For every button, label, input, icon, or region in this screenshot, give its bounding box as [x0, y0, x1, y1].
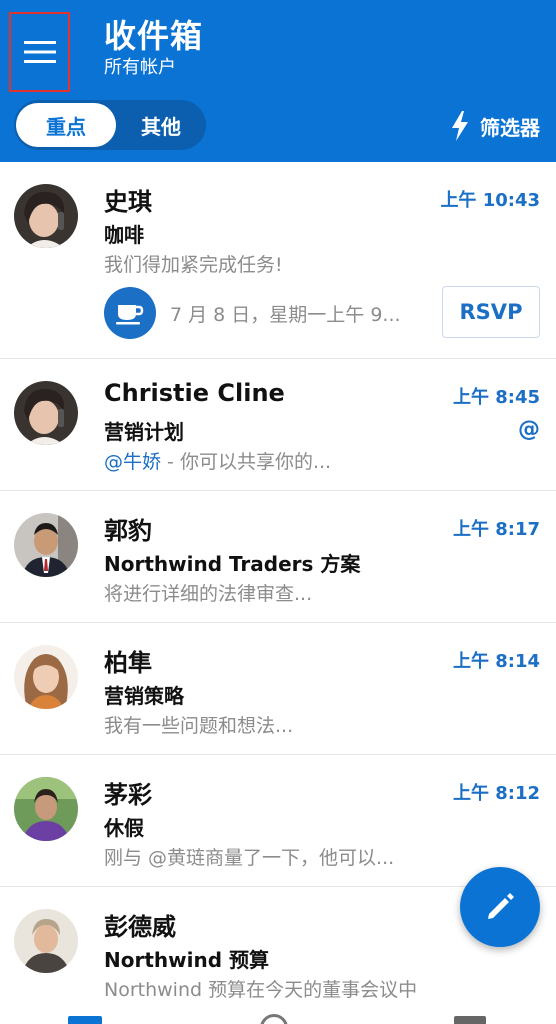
message-time: 上午 8:17: [452, 519, 540, 540]
bottom-navigation: [0, 1008, 556, 1024]
lightning-icon: [452, 111, 468, 141]
avatar: [14, 909, 78, 973]
app-header: 收件箱 所有帐户 重点 其他 筛选器: [0, 0, 556, 162]
hamburger-menu-icon: [23, 41, 56, 63]
account-subtitle: 所有帐户: [104, 57, 176, 78]
mention-icon: @: [518, 417, 540, 442]
message-subject: 休假: [104, 816, 144, 840]
filter-label: 筛选器: [480, 115, 540, 140]
avatar: [14, 381, 78, 445]
menu-button[interactable]: [9, 12, 70, 92]
message-subject: 营销计划: [104, 420, 184, 444]
message-row[interactable]: 茅彩 上午 8:12 休假 刚与 @黄琏商量了一下，他可以...: [0, 755, 556, 887]
mail-icon[interactable]: [68, 1016, 102, 1024]
search-icon[interactable]: [260, 1014, 288, 1024]
message-time: 上午 8:45: [452, 387, 540, 408]
event-icon-badge: [104, 287, 156, 339]
calendar-icon[interactable]: [454, 1016, 486, 1024]
message-preview: 我们得加紧完成任务!: [104, 254, 283, 276]
event-invite[interactable]: 7 月 8 日，星期一上午 9...: [104, 286, 434, 340]
sender-name: 茅彩: [104, 781, 152, 809]
compose-button[interactable]: [460, 867, 540, 947]
inbox-title: 收件箱: [104, 17, 204, 55]
message-time: 上午 10:43: [440, 190, 540, 211]
avatar: [14, 777, 78, 841]
avatar: [14, 184, 78, 248]
message-preview: Northwind 预算在今天的董事会议中: [104, 979, 418, 1001]
message-subject: 咖啡: [104, 223, 144, 247]
message-time: 上午 8:14: [452, 651, 540, 672]
sender-name: Christie Cline: [104, 379, 285, 407]
sender-name: 柏隼: [104, 649, 152, 677]
message-row[interactable]: 史琪 上午 10:43 咖啡 我们得加紧完成任务! 7 月 8 日，星期一上午 …: [0, 162, 556, 359]
filter-button[interactable]: 筛选器: [450, 108, 540, 144]
preview-text: - 你可以共享你的...: [161, 451, 332, 473]
message-row[interactable]: 郭豹 上午 8:17 Northwind Traders 方案 将进行详细的法律…: [0, 491, 556, 623]
message-time: 上午 8:12: [452, 783, 540, 804]
tab-other[interactable]: 其他: [118, 103, 204, 147]
sender-name: 史琪: [104, 188, 152, 216]
message-subject: Northwind Traders 方案: [104, 552, 361, 576]
avatar: [14, 645, 78, 709]
sender-name: 彭德威: [104, 913, 176, 941]
message-row[interactable]: Christie Cline 上午 8:45 @ 营销计划 @牛娇 - 你可以共…: [0, 359, 556, 491]
message-preview: 刚与 @黄琏商量了一下，他可以...: [104, 847, 395, 869]
message-preview: 将进行详细的法律审查...: [104, 583, 313, 605]
mention-link[interactable]: @牛娇: [104, 451, 161, 473]
message-subject: 营销策略: [104, 684, 184, 708]
message-subject: Northwind 预算: [104, 948, 269, 972]
tab-focused[interactable]: 重点: [16, 103, 116, 147]
message-row[interactable]: 柏隼 上午 8:14 营销策略 我有一些问题和想法...: [0, 623, 556, 755]
inbox-tab-switch: 重点 其他: [14, 100, 206, 150]
message-preview: @牛娇 - 你可以共享你的...: [104, 447, 534, 474]
rsvp-button[interactable]: RSVP: [442, 286, 540, 338]
message-preview: 我有一些问题和想法...: [104, 715, 294, 737]
sender-name: 郭豹: [104, 517, 152, 545]
pencil-icon: [488, 893, 514, 919]
event-details: 7 月 8 日，星期一上午 9...: [170, 303, 401, 326]
coffee-cup-icon: [116, 305, 144, 325]
avatar: [14, 513, 78, 577]
